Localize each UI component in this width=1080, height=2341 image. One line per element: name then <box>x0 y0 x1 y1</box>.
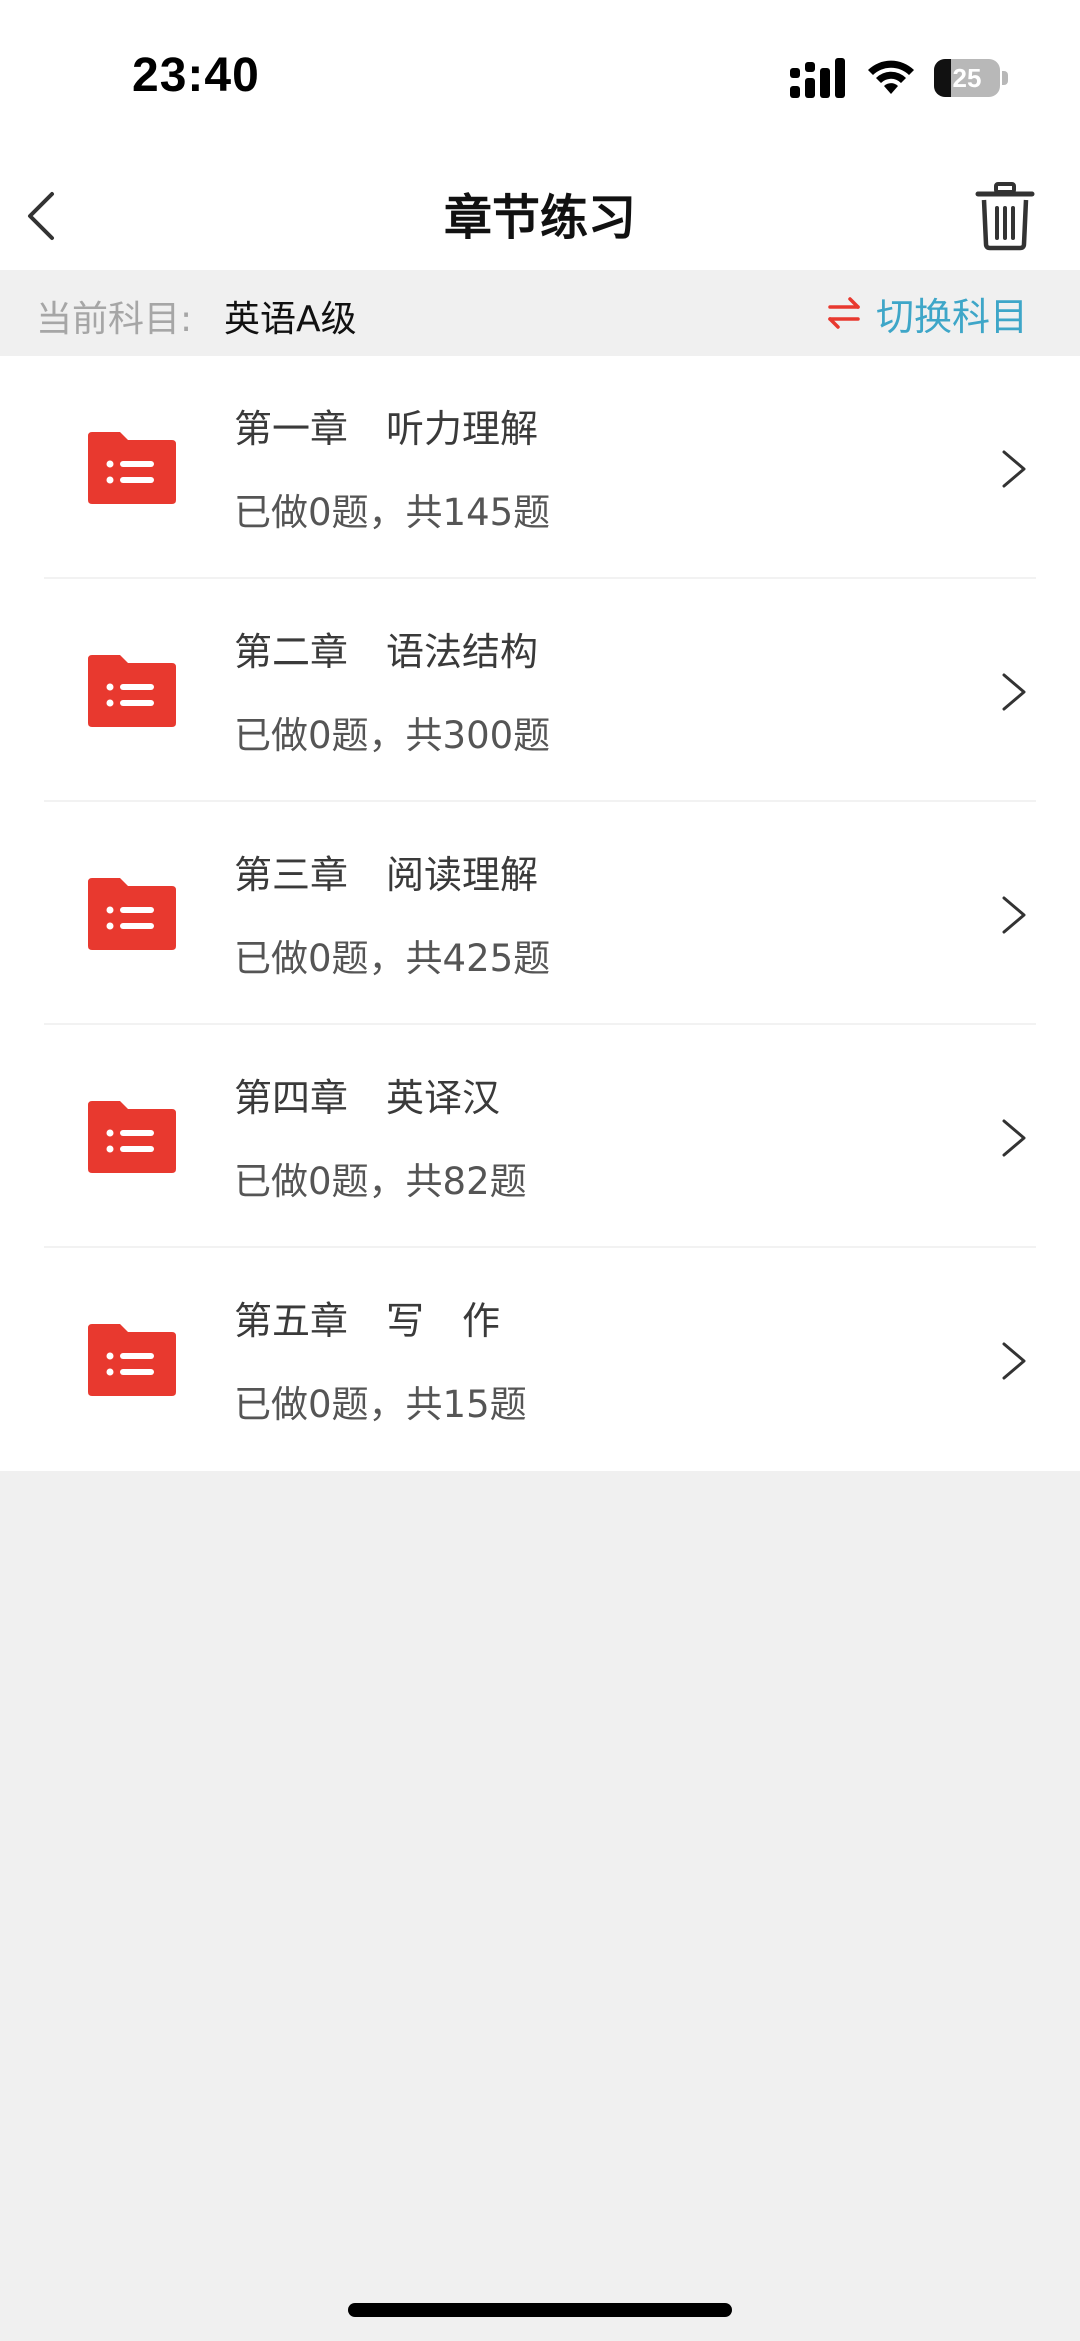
status-icons: 25 <box>790 58 1008 98</box>
chapter-item-3[interactable]: 第三章 阅读理解 已做0题，共425题 <box>0 802 1080 1025</box>
swap-arrows-icon <box>828 297 860 329</box>
chapter-progress: 已做0题，共82题 <box>234 1160 527 1203</box>
chapter-item-5[interactable]: 第五章 写 作 已做0题，共15题 <box>0 1248 1080 1471</box>
switch-subject-button[interactable]: 切换科目 <box>826 284 1028 342</box>
trash-icon[interactable] <box>966 176 1044 254</box>
battery-icon: 25 <box>934 59 1008 97</box>
chapter-progress: 已做0题，共425题 <box>234 937 551 980</box>
chapter-title: 第一章 听力理解 <box>234 407 539 451</box>
chapter-list: 第一章 听力理解 已做0题，共145题 第二章 语法结构 已做0题，共300题 <box>0 356 1080 1471</box>
chapter-title: 第五章 写 作 <box>234 1299 501 1343</box>
nav-bar: 章节练习 <box>0 160 1080 270</box>
signal-icon <box>790 58 845 98</box>
chevron-right-icon <box>1002 1342 1026 1380</box>
folder-list-icon <box>88 432 176 504</box>
switch-subject-label: 切换科目 <box>875 294 1028 339</box>
folder-list-icon <box>88 1324 176 1396</box>
chapter-progress: 已做0题，共145题 <box>234 491 551 534</box>
folder-list-icon <box>88 878 176 950</box>
chapter-title: 第三章 阅读理解 <box>234 853 539 897</box>
chapter-progress: 已做0题，共15题 <box>234 1383 527 1426</box>
chevron-right-icon <box>1002 1119 1026 1157</box>
subject-value: 英语A级 <box>224 299 357 340</box>
folder-list-icon <box>88 1101 176 1173</box>
status-bar: 23:40 25 <box>0 0 1080 160</box>
chapter-title: 第四章 英译汉 <box>234 1076 501 1120</box>
wifi-icon <box>868 60 914 94</box>
chevron-right-icon <box>1002 673 1026 711</box>
page-title: 章节练习 <box>443 190 636 246</box>
subject-label: 当前科目: <box>36 299 193 340</box>
chapter-title: 第二章 语法结构 <box>234 630 539 674</box>
chapter-item-1[interactable]: 第一章 听力理解 已做0题，共145题 <box>0 356 1080 579</box>
folder-list-icon <box>88 655 176 727</box>
battery-level: 25 <box>952 63 982 93</box>
chevron-right-icon <box>1002 450 1026 488</box>
chapter-item-4[interactable]: 第四章 英译汉 已做0题，共82题 <box>0 1025 1080 1248</box>
chapter-item-2[interactable]: 第二章 语法结构 已做0题，共300题 <box>0 579 1080 802</box>
chevron-right-icon <box>1002 896 1026 934</box>
status-time: 23:40 <box>132 49 260 102</box>
chapter-progress: 已做0题，共300题 <box>234 714 551 757</box>
home-indicator[interactable] <box>348 2303 732 2317</box>
subject-bar: 当前科目: 英语A级 切换科目 <box>0 270 1080 356</box>
